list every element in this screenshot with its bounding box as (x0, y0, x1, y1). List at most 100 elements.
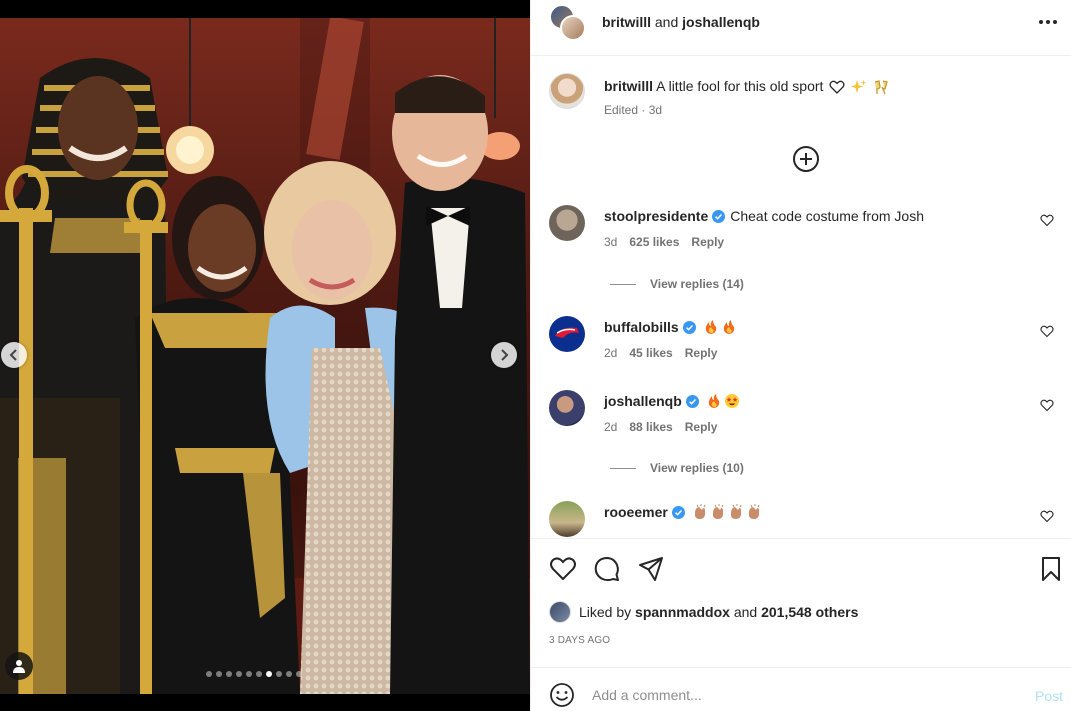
avatar (560, 15, 586, 41)
comment-meta: 2d 45 likes Reply (604, 346, 717, 360)
reply-button[interactable]: Reply (685, 346, 718, 360)
carousel-indicator (206, 671, 302, 677)
carousel-dot (276, 671, 282, 677)
avatar[interactable] (549, 73, 585, 109)
fire-emoji-icon (708, 394, 719, 408)
like-comment-heart-icon[interactable] (1040, 324, 1054, 338)
add-comment-input[interactable] (592, 681, 992, 709)
fire-emoji-icon (723, 320, 734, 334)
liked-by-text: Liked by spannmaddox and 201,548 others (579, 604, 858, 620)
reply-button[interactable]: Reply (685, 420, 718, 434)
costume-party-photo (0, 18, 530, 694)
carousel-dot (256, 671, 262, 677)
emoji-picker-icon[interactable] (549, 682, 575, 708)
comment-likes-link[interactable]: 625 likes (629, 235, 679, 249)
likes-summary: Liked by spannmaddox and 201,548 others (549, 601, 858, 623)
post-photo (0, 18, 530, 694)
comment-likes-link[interactable]: 45 likes (629, 346, 672, 360)
like-comment-heart-icon[interactable] (1040, 398, 1054, 412)
caption-meta: Edited · 3d (604, 103, 663, 117)
avatar[interactable] (549, 501, 585, 537)
next-slide-button[interactable] (491, 342, 517, 368)
user-icon (13, 660, 25, 673)
comments-section: britwilll A little fool for this old spo… (531, 57, 1071, 537)
comment-meta: 3d 625 likes Reply (604, 235, 724, 249)
verified-badge-icon (682, 320, 696, 334)
liked-by-label: Liked by (579, 604, 632, 620)
author-username-link[interactable]: britwilll (602, 14, 651, 30)
comment-text: Cheat code costume from Josh (730, 208, 925, 224)
tagged-users-button[interactable] (5, 652, 33, 680)
liked-by-others-link[interactable]: 201,548 others (761, 604, 858, 620)
share-send-icon[interactable] (637, 555, 665, 583)
and-text: and (654, 14, 679, 30)
carousel-dot (226, 671, 232, 677)
carousel-dot (286, 671, 292, 677)
like-comment-heart-icon[interactable] (1040, 213, 1054, 227)
view-replies-button[interactable]: View replies (10) (610, 461, 744, 475)
carousel-dot (206, 671, 212, 677)
post-comment-button[interactable]: Post (1035, 688, 1063, 704)
dot (1046, 20, 1050, 24)
fire-emoji-icon (705, 320, 716, 334)
author-username-link[interactable]: joshallenqb (682, 14, 760, 30)
carousel-dot (246, 671, 252, 677)
load-more-comments-button[interactable] (793, 146, 819, 172)
comment-username-link[interactable]: joshallenqb (604, 392, 682, 410)
avatar (549, 601, 571, 623)
dot (1053, 20, 1057, 24)
divider-line (610, 467, 636, 469)
bills-logo-icon (555, 327, 579, 338)
verified-badge-icon (671, 505, 685, 519)
comment-bubble-icon[interactable] (593, 555, 621, 583)
more-options-button[interactable] (1036, 12, 1060, 32)
post-header: britwilll and joshallenqb (531, 0, 1071, 56)
comment-time: 2d (604, 346, 618, 360)
comment-time: 2d (604, 420, 618, 434)
clinking-glasses-emoji-icon (874, 80, 888, 95)
dot (1039, 20, 1043, 24)
liked-by-username-link[interactable]: spannmaddox (635, 604, 730, 620)
view-replies-button[interactable]: View replies (14) (610, 277, 744, 291)
clap-emoji-icon (694, 504, 706, 519)
comment-line: joshallenqb (604, 392, 740, 410)
previous-slide-button[interactable] (1, 342, 27, 368)
view-replies-label: View replies (10) (650, 461, 744, 475)
add-comment-bar: Post (531, 667, 1071, 711)
carousel-dot-active (266, 671, 272, 677)
comment-line: stoolpresidente Cheat code costume from … (604, 207, 924, 225)
avatar[interactable] (549, 390, 585, 426)
and-text: and (733, 604, 758, 620)
heart-emoji-icon (829, 80, 845, 95)
verified-badge-icon (712, 209, 726, 223)
caption-body: A little fool for this old sport (656, 78, 824, 94)
avatar[interactable] (549, 205, 585, 241)
plus-icon (800, 153, 812, 165)
avatar[interactable] (549, 316, 585, 352)
comment-username-link[interactable]: buffalobills (604, 318, 679, 336)
clap-emoji-icon (748, 504, 760, 519)
comment-likes-link[interactable]: 88 likes (629, 420, 672, 434)
clap-emoji-icon (712, 504, 724, 519)
comment-line: buffalobills (604, 318, 737, 336)
save-bookmark-icon[interactable] (1037, 555, 1065, 583)
like-comment-heart-icon[interactable] (1040, 509, 1054, 523)
post-details-panel: britwilll and joshallenqb britwilll A li… (530, 0, 1071, 711)
collab-avatars[interactable] (549, 4, 589, 44)
view-replies-label: View replies (14) (650, 277, 744, 291)
carousel-dot (216, 671, 222, 677)
carousel-dot (236, 671, 242, 677)
caption-text: britwilll A little fool for this old spo… (604, 77, 889, 95)
divider-line (610, 283, 636, 285)
post-timestamp[interactable]: 3 DAYS AGO (549, 635, 610, 646)
caption-username-link[interactable]: britwilll (604, 78, 653, 94)
comment-line: rooeemer (604, 503, 762, 521)
reply-button[interactable]: Reply (691, 235, 724, 249)
chevron-left-icon (9, 349, 17, 361)
star-struck-emoji-icon (724, 394, 739, 408)
like-heart-icon[interactable] (549, 555, 577, 583)
comment-username-link[interactable]: rooeemer (604, 503, 668, 521)
carousel-dot (296, 671, 302, 677)
post-actions: Liked by spannmaddox and 201,548 others … (531, 538, 1071, 666)
comment-username-link[interactable]: stoolpresidente (604, 207, 708, 225)
